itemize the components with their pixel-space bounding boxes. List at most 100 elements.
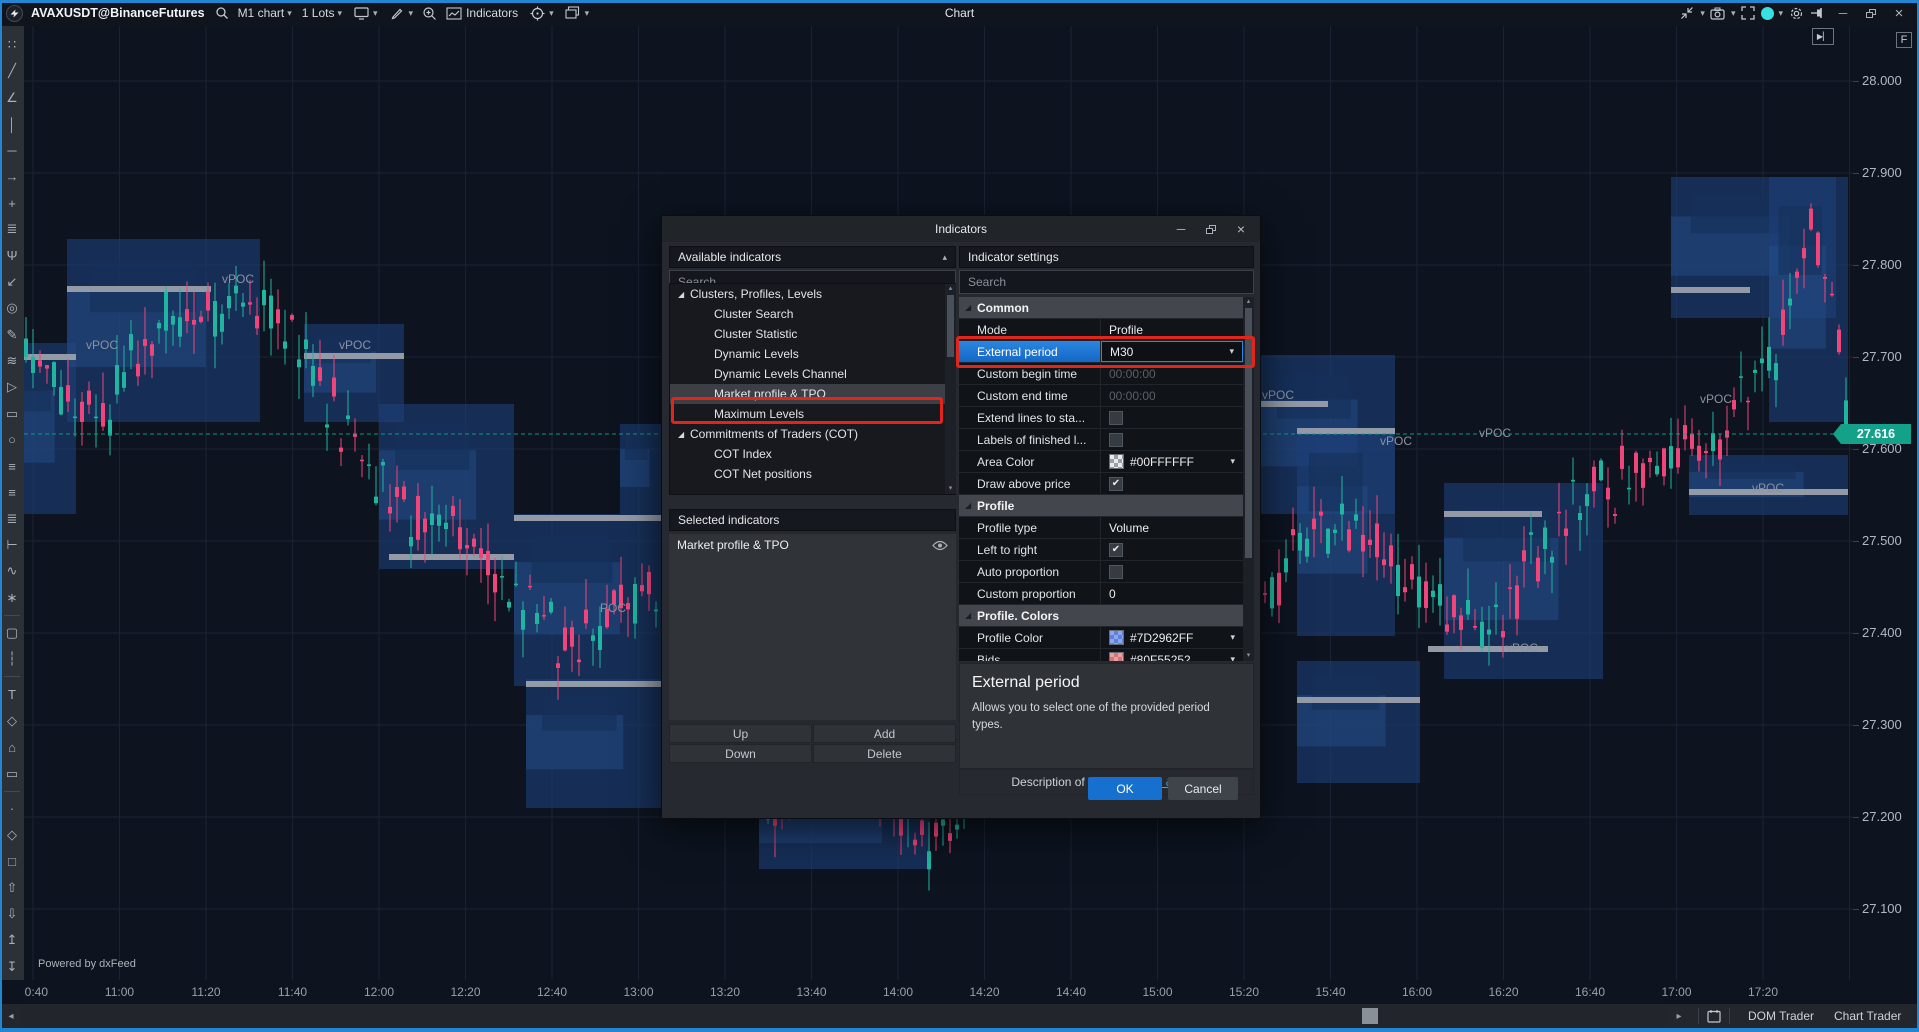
scroll-left-icon[interactable]: ◂ — [0, 1011, 22, 1022]
setting-extend-lines-to-sta--value[interactable] — [1101, 407, 1243, 428]
up-button[interactable]: Up — [669, 724, 812, 743]
scrollbar-thumb[interactable] — [1245, 308, 1252, 558]
setting-area-color-value[interactable]: #00FFFFFF▾ — [1101, 451, 1243, 472]
tree-item-clusters-profiles-levels[interactable]: ◢Clusters, Profiles, Levels — [670, 284, 955, 304]
setting-profile-color-label[interactable]: Profile Color — [959, 627, 1101, 648]
down-button[interactable]: Down — [669, 744, 812, 763]
setting-custom-proportion-value[interactable]: 0 — [1101, 583, 1243, 604]
magnet-icon[interactable]: ◎ — [2, 295, 22, 321]
scrollbar-thumb[interactable] — [947, 295, 954, 357]
setting-left-to-right-value[interactable]: ✔ — [1101, 539, 1243, 560]
arrow-down-marker-icon[interactable]: ⇩ — [2, 901, 22, 927]
setting-custom-end-time-value[interactable]: 00:00:00 — [1101, 385, 1243, 406]
layout-selector[interactable]: ▾ — [561, 2, 593, 24]
symbol-search-icon[interactable] — [213, 4, 231, 22]
setting-left-to-right-checkbox[interactable]: ✔ — [1109, 543, 1123, 557]
scrollbar-thumb[interactable] — [1362, 1008, 1378, 1024]
app-logo-icon[interactable] — [6, 5, 23, 22]
selection-box-icon[interactable]: ▢ — [2, 620, 22, 646]
screenshot-camera-icon[interactable] — [1709, 4, 1727, 22]
diamond-marker-icon[interactable]: ◇ — [2, 822, 22, 848]
setting-draw-above-price-checkbox[interactable]: ✔ — [1109, 477, 1123, 491]
pin-icon[interactable] — [1809, 4, 1827, 22]
drag-handle-icon[interactable]: ∷ — [2, 32, 22, 58]
square-marker-icon[interactable]: □ — [2, 848, 22, 874]
setting-profile-type-label[interactable]: Profile type — [959, 517, 1101, 538]
setting-profile-colors-group[interactable]: ◢Profile. Colors — [959, 605, 1243, 627]
collapse-window-icon[interactable] — [1678, 4, 1696, 22]
dot-marker-icon[interactable]: · — [2, 796, 22, 822]
connection-status-icon[interactable] — [1761, 7, 1774, 20]
arrow-marker-icon[interactable]: ↙ — [2, 269, 22, 295]
horizontal-line-icon[interactable]: ─ — [2, 137, 22, 163]
available-indicators-header[interactable]: Available indicators ▴ — [669, 246, 956, 268]
calendar-icon[interactable] — [1707, 1009, 1721, 1023]
dialog-minimize-button[interactable]: ─ — [1166, 219, 1196, 239]
cross-line-icon[interactable]: + — [2, 190, 22, 216]
scroll-right-icon[interactable]: ▸ — [1668, 1011, 1690, 1022]
long-position-icon[interactable]: ↥ — [2, 927, 22, 953]
setting-custom-proportion-label[interactable]: Custom proportion — [959, 583, 1101, 604]
setting-auto-proportion-checkbox[interactable] — [1109, 565, 1123, 579]
price-label-icon[interactable]: ◇ — [2, 708, 22, 734]
indicators-button[interactable]: Indicators — [442, 2, 521, 24]
note-icon[interactable]: ▭ — [2, 760, 22, 786]
tree-item-commitments-of-traders-cot-[interactable]: ◢Commitments of Traders (COT) — [670, 424, 955, 444]
bar-pattern-icon[interactable]: ⊢ — [2, 532, 22, 558]
go-to-latest-icon[interactable]: ▶▏ — [1812, 28, 1834, 45]
tree-item-dynamic-levels-channel[interactable]: Dynamic Levels Channel — [670, 364, 955, 384]
ray-arrow-icon[interactable]: → — [2, 164, 22, 190]
lots-selector[interactable]: 1 Lots ▾ — [299, 4, 345, 22]
templates-selector[interactable]: ▾ — [349, 2, 381, 24]
trend-line-icon[interactable]: ╱ — [2, 58, 22, 84]
tree-item-cot-net-positions[interactable]: COT Net positions — [670, 464, 955, 484]
chart-trader-button[interactable]: Chart Trader — [1824, 1009, 1911, 1023]
restore-button[interactable] — [1859, 4, 1883, 22]
time-axis[interactable]: 10:4011:0011:2011:4012:0012:2012:4013:00… — [24, 980, 1853, 1004]
hatch-area-icon[interactable]: ≋ — [2, 348, 22, 374]
volume-profile-icon[interactable]: ≡ — [2, 453, 22, 479]
chevron-down-icon[interactable]: ▾ — [1778, 9, 1783, 18]
short-position-icon[interactable]: ↧ — [2, 954, 22, 980]
setting-labels-of-finished-l--label[interactable]: Labels of finished l... — [959, 429, 1101, 450]
price-axis[interactable]: F 28.00027.90027.80027.70027.60027.50027… — [1853, 26, 1917, 980]
crosshair-selector[interactable]: ▾ — [525, 2, 557, 24]
available-indicators-tree[interactable]: ◢Clusters, Profiles, LevelsCluster Searc… — [669, 283, 956, 495]
scroll-down-icon[interactable]: ▾ — [945, 484, 956, 494]
vertical-region-icon[interactable]: ┆ — [2, 646, 22, 672]
zoom-in-icon[interactable] — [420, 4, 438, 22]
setting-custom-begin-time-value[interactable]: 00:00:00 — [1101, 363, 1243, 384]
rectangle-shape-icon[interactable]: ▭ — [2, 400, 22, 426]
setting-labels-of-finished-l--checkbox[interactable] — [1109, 433, 1123, 447]
session-profile-icon[interactable]: ≣ — [2, 506, 22, 532]
ok-button[interactable]: OK — [1088, 777, 1162, 800]
setting-bids-label[interactable]: Bids — [959, 649, 1101, 661]
setting-custom-end-time-label[interactable]: Custom end time — [959, 385, 1101, 406]
text-tool-icon[interactable]: T — [2, 681, 22, 707]
color-swatch[interactable] — [1109, 454, 1124, 469]
dom-trader-button[interactable]: DOM Trader — [1738, 1009, 1824, 1023]
setting-profile-group[interactable]: ◢Profile — [959, 495, 1243, 517]
chevron-down-icon[interactable]: ▾ — [1731, 9, 1736, 18]
angle-tool-icon[interactable]: ∠ — [2, 85, 22, 111]
color-swatch[interactable] — [1109, 630, 1124, 645]
range-profile-icon[interactable]: ≡ — [2, 479, 22, 505]
setting-area-color-label[interactable]: Area Color — [959, 451, 1101, 472]
marker-icon[interactable]: ∗ — [2, 585, 22, 611]
visibility-eye-icon[interactable] — [932, 540, 948, 551]
scroll-up-icon[interactable]: ▴ — [1243, 297, 1254, 307]
dialog-close-button[interactable]: × — [1226, 219, 1256, 239]
settings-rows[interactable]: ◢CommonModeProfileExternal periodM30▾Cus… — [959, 297, 1243, 661]
add-button[interactable]: Add — [813, 724, 956, 743]
drawing-tools-selector[interactable]: ▾ — [385, 2, 417, 24]
tree-scrollbar[interactable]: ▴ ▾ — [945, 284, 956, 494]
setting-profile-type-value[interactable]: Volume — [1101, 517, 1243, 538]
zigzag-icon[interactable]: ∿ — [2, 558, 22, 584]
tree-item-cot-index[interactable]: COT Index — [670, 444, 955, 464]
tree-item-market-profile-tpo[interactable]: Market profile & TPO — [670, 384, 955, 404]
delete-button[interactable]: Delete — [813, 744, 956, 763]
symbol-name[interactable]: AVAXUSDT@BinanceFutures — [31, 6, 205, 20]
selected-indicators-list[interactable]: Market profile & TPO — [669, 534, 956, 720]
tree-item-cluster-statistic[interactable]: Cluster Statistic — [670, 324, 955, 344]
cancel-button[interactable]: Cancel — [1168, 777, 1238, 800]
